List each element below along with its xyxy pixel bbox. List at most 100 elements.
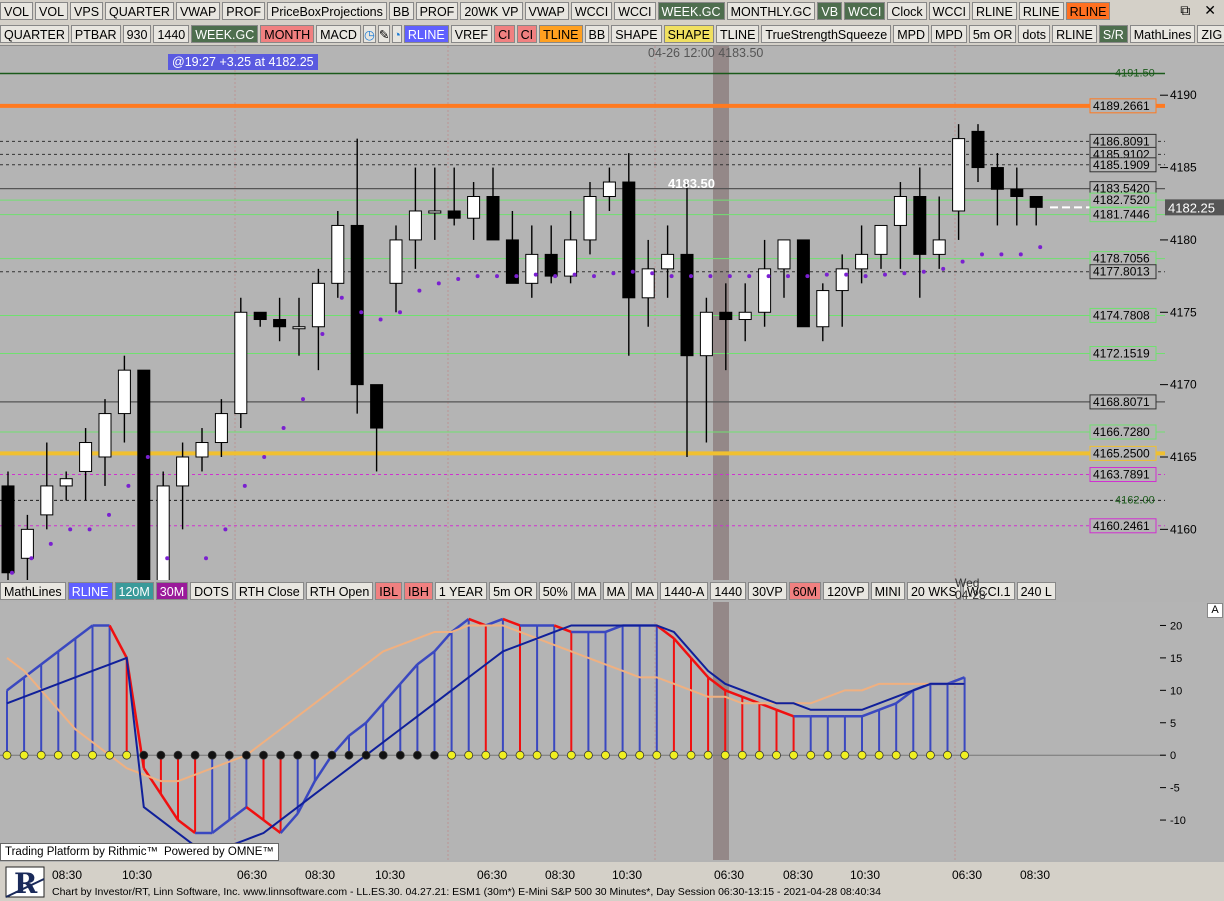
indicator-dot [533, 272, 538, 277]
toolbar-button-bb[interactable]: BB [388, 2, 414, 20]
toolbar-button-rth-close[interactable]: RTH Close [234, 581, 304, 600]
toolbar-button-rline[interactable]: RLINE [1018, 2, 1064, 20]
toolbar-button-prof[interactable]: PROF [415, 2, 459, 20]
toolbar-button-wcci[interactable]: WCCI [928, 2, 970, 20]
toolbar-button-1440[interactable]: 1440 [153, 24, 190, 43]
toolbar-button-shape[interactable]: SHAPE [663, 24, 714, 43]
indicator-dot [339, 295, 344, 300]
toolbar-button-ci[interactable]: CI [516, 24, 538, 43]
toolbar-button-5m-or[interactable]: 5m OR [968, 24, 1017, 43]
toolbar-button-50-[interactable]: 50% [538, 581, 572, 600]
toolbar-button-wcci[interactable]: WCCI [570, 2, 613, 20]
level-label: 4166.7280 [1093, 425, 1150, 439]
oscillator-autoscale-button[interactable]: A [1207, 603, 1223, 618]
price-chart[interactable]: 4183.50 4190 4185 4180 4175 4170 4165 4160 4191.… [0, 46, 1224, 580]
toolbar-button-ma[interactable]: MA [602, 581, 630, 600]
toolbar-button-60m[interactable]: 60M [788, 581, 822, 600]
toolbar-button-ptbar[interactable]: PTBAR [70, 24, 121, 43]
candle-body [990, 167, 1004, 190]
toolbar-button-240-l[interactable]: 240 L [1016, 581, 1056, 600]
timer-icon[interactable]: ◔ [392, 24, 402, 43]
toolbar-button-week-gc[interactable]: WEEK.GC [657, 2, 725, 20]
toolbar-button-30vp[interactable]: 30VP [748, 581, 787, 600]
toolbar-button-mathlines[interactable]: MathLines [1129, 24, 1196, 43]
toolbar-button-truestrengthsqueeze[interactable]: TrueStrengthSqueeze [761, 24, 892, 43]
toolbar-button-prof[interactable]: PROF [222, 2, 266, 20]
indicator-dot [863, 274, 868, 279]
level-label: 4160.2461 [1093, 519, 1150, 533]
toolbar-button-120m[interactable]: 120M [114, 581, 154, 600]
level-label: 4177.8013 [1093, 265, 1150, 279]
toolbar-button-rline[interactable]: RLINE [67, 581, 113, 600]
toolbar-button-wcci[interactable]: WCCI [844, 2, 886, 20]
toolbar-button-quarter[interactable]: QUARTER [105, 2, 174, 20]
indicator-dot [301, 397, 305, 402]
toolbar-button-mathlines[interactable]: MathLines [0, 581, 66, 600]
osc-signal-dot [943, 750, 952, 760]
level-label: 4172.1519 [1093, 346, 1150, 360]
toolbar-button-tline[interactable]: TLINE [715, 24, 760, 43]
toolbar-button-ma[interactable]: MA [631, 581, 659, 600]
toolbar-button-rline[interactable]: RLINE [1065, 2, 1111, 20]
toolbar-button-dots[interactable]: dots [1018, 24, 1051, 43]
indicator-dot [262, 454, 267, 459]
toolbar-button-vwap[interactable]: VWAP [524, 2, 569, 20]
osc-signal-dot [789, 750, 798, 760]
toolbar-button-rline[interactable]: RLINE [403, 24, 449, 43]
osc-signal-dot [447, 750, 457, 760]
candle-body [79, 442, 93, 472]
toolbar-button-vps[interactable]: VPS [70, 2, 104, 20]
toolbar-button-1-year[interactable]: 1 YEAR [434, 581, 488, 600]
toolbar-button-shape[interactable]: SHAPE [611, 24, 662, 43]
toolbar-button-priceboxprojections[interactable]: PriceBoxProjections [267, 2, 387, 20]
toolbar-button-vwap[interactable]: VWAP [175, 2, 221, 20]
toolbar-button-dots[interactable]: DOTS [190, 581, 233, 600]
toolbar-button-120vp[interactable]: 120VP [823, 581, 869, 600]
toolbar-button-930[interactable]: 930 [122, 24, 152, 43]
toolbar-button-vb[interactable]: VB [817, 2, 843, 20]
toolbar-button-ma[interactable]: MA [573, 581, 601, 600]
toolbar-button-30m[interactable]: 30M [155, 581, 189, 600]
toolbar-button-5m-or[interactable]: 5m OR [489, 581, 537, 600]
toolbar-button-bb[interactable]: BB [584, 24, 610, 43]
candle-body [370, 384, 384, 429]
candle-body [564, 239, 578, 277]
oscillator-chart[interactable]: 20 15 10 5 0 -5 -10 [0, 602, 1224, 860]
toolbar-button-20wk-vp[interactable]: 20WK VP [460, 2, 523, 20]
toolbar-button-1440-a[interactable]: 1440-A [660, 581, 709, 600]
toolbar-button-wcci[interactable]: WCCI [614, 2, 656, 20]
toolbar-button-month[interactable]: MONTH [260, 24, 315, 43]
toolbar-button-vref[interactable]: VREF [450, 24, 493, 43]
indicator-dot [320, 331, 325, 336]
toolbar-button-ibl[interactable]: IBL [375, 581, 403, 600]
toolbar-button-tline[interactable]: TLINE [539, 24, 583, 43]
toolbar-button-week-gc[interactable]: WEEK.GC [191, 24, 259, 43]
indicator-dot [48, 541, 53, 546]
toolbar-button-mini[interactable]: MINI [870, 581, 905, 600]
toolbar-button-quarter[interactable]: QUARTER [0, 24, 69, 43]
toolbar-button-20-wks[interactable]: 20 WKS [906, 581, 961, 600]
toolbar-button-rline[interactable]: RLINE [971, 2, 1017, 20]
indicator-dot [378, 317, 383, 322]
time-axis-label: 06:30 [952, 868, 983, 882]
clock-icon[interactable]: ◷ [362, 24, 376, 43]
restore-icon[interactable]: ⧉ [1180, 2, 1190, 19]
toolbar-button-rth-open[interactable]: RTH Open [305, 581, 374, 600]
indicator-dot [107, 512, 111, 517]
toolbar-button-s-r[interactable]: S/R [1098, 24, 1128, 43]
toolbar-button-macd[interactable]: MACD [316, 24, 361, 43]
toolbar-button-1440[interactable]: 1440 [710, 581, 747, 600]
pen-icon[interactable]: ✎ [377, 24, 391, 43]
toolbar-button-vol[interactable]: VOL [35, 2, 69, 20]
toolbar-button-monthly-gc[interactable]: MONTHLY.GC [726, 2, 816, 20]
toolbar-button-vol[interactable]: VOL [0, 2, 34, 20]
toolbar-button-mpd[interactable]: MPD [931, 24, 967, 43]
toolbar-button-clock[interactable]: Clock [887, 2, 927, 20]
toolbar-button-rline[interactable]: RLINE [1052, 24, 1097, 43]
toolbar-button-mpd[interactable]: MPD [893, 24, 930, 43]
candle-body [913, 196, 927, 255]
toolbar-button-ibh[interactable]: IBH [404, 581, 433, 600]
toolbar-button-zig[interactable]: ZIG [1197, 24, 1224, 43]
close-icon[interactable]: ✕ [1204, 2, 1216, 19]
toolbar-button-ci[interactable]: CI [494, 24, 515, 43]
